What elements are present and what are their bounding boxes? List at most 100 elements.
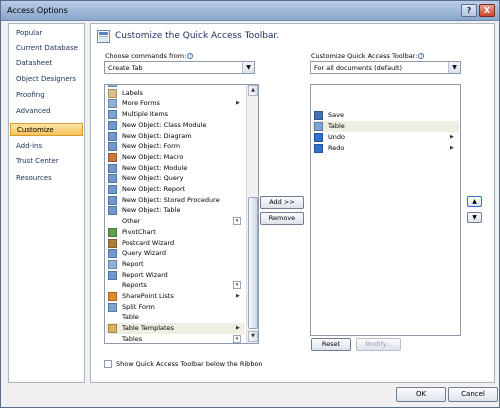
nav-item-datasheet[interactable]: Datasheet [10, 57, 83, 70]
chevron-down-icon[interactable]: ▼ [242, 62, 254, 73]
command-item[interactable]: Reports ▾ [106, 280, 245, 291]
move-up-button[interactable]: ▲ [467, 196, 482, 207]
table-templates-icon [108, 324, 117, 334]
command-item-label: New Object: Macro [122, 152, 184, 161]
expand-icon[interactable]: ▾ [233, 281, 241, 290]
command-item[interactable]: New Object: Diagram [106, 131, 245, 142]
command-item-label: New Object: Report [122, 185, 186, 193]
nav-item-current-database[interactable]: Current Database [10, 42, 83, 55]
close-button[interactable]: X [479, 4, 495, 17]
qat-item[interactable]: Table [312, 121, 459, 132]
submenu-arrow-icon: ▶ [236, 293, 240, 299]
command-item[interactable]: SharePoint Lists ▶ [106, 291, 245, 302]
page-title: Customize the Quick Access Toolbar. [115, 31, 280, 41]
submenu-arrow-icon: ▶ [236, 100, 240, 107]
command-item[interactable]: Postcard Wizard [106, 238, 245, 249]
command-item[interactable]: New Object: Class Module [106, 120, 245, 131]
cancel-button[interactable]: Cancel [448, 387, 498, 402]
command-item-label: Tables [122, 334, 143, 343]
qat-item[interactable]: Redo ▶ [312, 143, 459, 154]
command-item[interactable]: Table [106, 312, 245, 323]
title-bar[interactable]: Access Options ? X [1, 1, 499, 21]
new-table-icon [108, 206, 117, 216]
query-icon [108, 174, 117, 184]
nav-item-add-ins[interactable]: Add-ins [10, 140, 83, 153]
commands-list[interactable]: ▲ ▼ FormsLabelsMore Forms▶Multiple Items… [104, 84, 259, 344]
split-form-icon [108, 302, 117, 312]
expand-icon[interactable]: ▾ [233, 217, 241, 226]
qat-item-label: Table [328, 122, 345, 130]
query-wizard-icon [108, 249, 117, 259]
customize-qat-dropdown[interactable]: For all documents (default) ▼ [310, 61, 461, 74]
command-item[interactable]: New Object: Report [106, 184, 245, 195]
command-item[interactable]: New Object: Query [106, 173, 245, 184]
command-item[interactable]: Report Wizard [106, 270, 245, 281]
command-item-label: PivotChart [122, 227, 156, 236]
expand-icon[interactable]: ▾ [233, 334, 241, 343]
show-below-ribbon-checkbox[interactable] [104, 360, 112, 368]
qat-item-label: Redo [328, 144, 345, 152]
stored-procedure-icon [108, 195, 117, 205]
command-item-label: Split Form [122, 302, 155, 311]
reset-button[interactable]: Reset [311, 338, 351, 351]
qat-item[interactable]: Undo ▶ [312, 132, 459, 143]
choose-commands-dropdown[interactable]: Create Tab ▼ [104, 61, 255, 74]
command-item[interactable]: Split Form [106, 302, 245, 313]
nav-item-trust-center[interactable]: Trust Center [10, 155, 83, 168]
choose-commands-label: Choose commands from: i [105, 52, 194, 60]
nav-item-customize[interactable]: Customize [10, 123, 83, 136]
scroll-down-button[interactable]: ▼ [248, 331, 258, 342]
command-item[interactable]: Labels [106, 88, 245, 99]
command-item[interactable]: Table Templates ▶ [106, 323, 245, 335]
command-item[interactable]: Other ▾ [106, 216, 245, 227]
command-item[interactable]: More Forms ▶ [106, 98, 245, 109]
submenu-arrow-icon: ▶ [450, 134, 454, 140]
command-item[interactable]: PivotChart [106, 227, 245, 238]
commands-scrollbar[interactable]: ▲ ▼ [246, 85, 258, 343]
command-item[interactable]: New Object: Form [106, 141, 245, 152]
nav-item-resources[interactable]: Resources [10, 172, 83, 185]
ok-button[interactable]: OK [396, 387, 446, 402]
more-forms-icon [108, 99, 117, 109]
nav-item-advanced[interactable]: Advanced [10, 105, 83, 118]
command-item[interactable]: Multiple Items [106, 109, 245, 120]
command-item[interactable]: New Object: Table [106, 205, 245, 216]
sharepoint-icon [108, 292, 117, 301]
command-item-label: Multiple Items [122, 110, 169, 119]
command-item[interactable]: Tables ▾ [106, 334, 245, 343]
remove-button[interactable]: Remove [260, 212, 304, 225]
scroll-thumb[interactable] [248, 197, 258, 329]
modify-button[interactable]: Modify... [356, 338, 401, 351]
qat-list[interactable]: Save Table Undo ▶ Redo ▶ [310, 84, 461, 336]
chevron-down-icon[interactable]: ▼ [448, 62, 460, 73]
qat-item[interactable]: Save [312, 110, 459, 121]
command-item[interactable]: New Object: Stored Procedure [106, 195, 245, 206]
command-item-label: New Object: Class Module [122, 120, 207, 129]
nav-item-object-designers[interactable]: Object Designers [10, 73, 83, 86]
command-item-label: New Object: Table [122, 206, 181, 215]
command-item-label: New Object: Query [122, 174, 184, 183]
save-icon [314, 111, 323, 120]
add-button[interactable]: Add >> [260, 196, 304, 209]
command-item[interactable]: Query Wizard [106, 248, 245, 259]
customize-qat-value: For all documents (default) [314, 64, 403, 72]
command-item[interactable]: New Object: Macro [106, 152, 245, 163]
command-item[interactable]: New Object: Module [106, 163, 245, 174]
command-item-label: Reports [122, 281, 147, 290]
command-item-label: Table [122, 313, 139, 322]
postcard-wizard-icon [108, 238, 117, 248]
command-item-label: Table Templates [122, 324, 174, 333]
nav-item-popular[interactable]: Popular [10, 27, 83, 40]
move-down-button[interactable]: ▼ [467, 212, 482, 223]
window-title: Access Options [7, 6, 68, 15]
macro-icon [108, 152, 117, 162]
help-button[interactable]: ? [461, 4, 477, 17]
command-item[interactable]: Report [106, 259, 245, 270]
command-item-label: New Object: Form [122, 142, 181, 151]
choose-commands-value: Create Tab [108, 64, 143, 72]
info-icon: i [418, 53, 425, 59]
command-item-label: Report [122, 259, 144, 268]
scroll-up-button[interactable]: ▲ [248, 85, 258, 96]
customize-panel: Customize the Quick Access Toolbar. Choo… [90, 23, 495, 383]
nav-item-proofing[interactable]: Proofing [10, 89, 83, 102]
